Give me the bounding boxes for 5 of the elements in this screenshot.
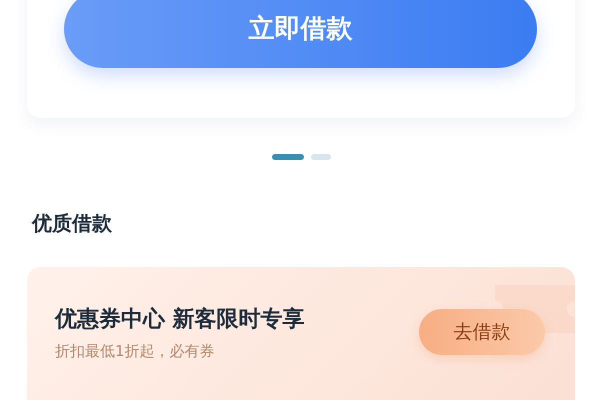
promo-title: 优惠券中心 新客限时专享	[55, 306, 306, 334]
promo-subtitle: 折扣最低1折起，必有券	[55, 342, 216, 360]
borrow-now-button[interactable]: 立即借款	[64, 0, 537, 68]
section-title: 优质借款	[32, 211, 112, 235]
go-borrow-button[interactable]: 去借款	[419, 309, 545, 355]
